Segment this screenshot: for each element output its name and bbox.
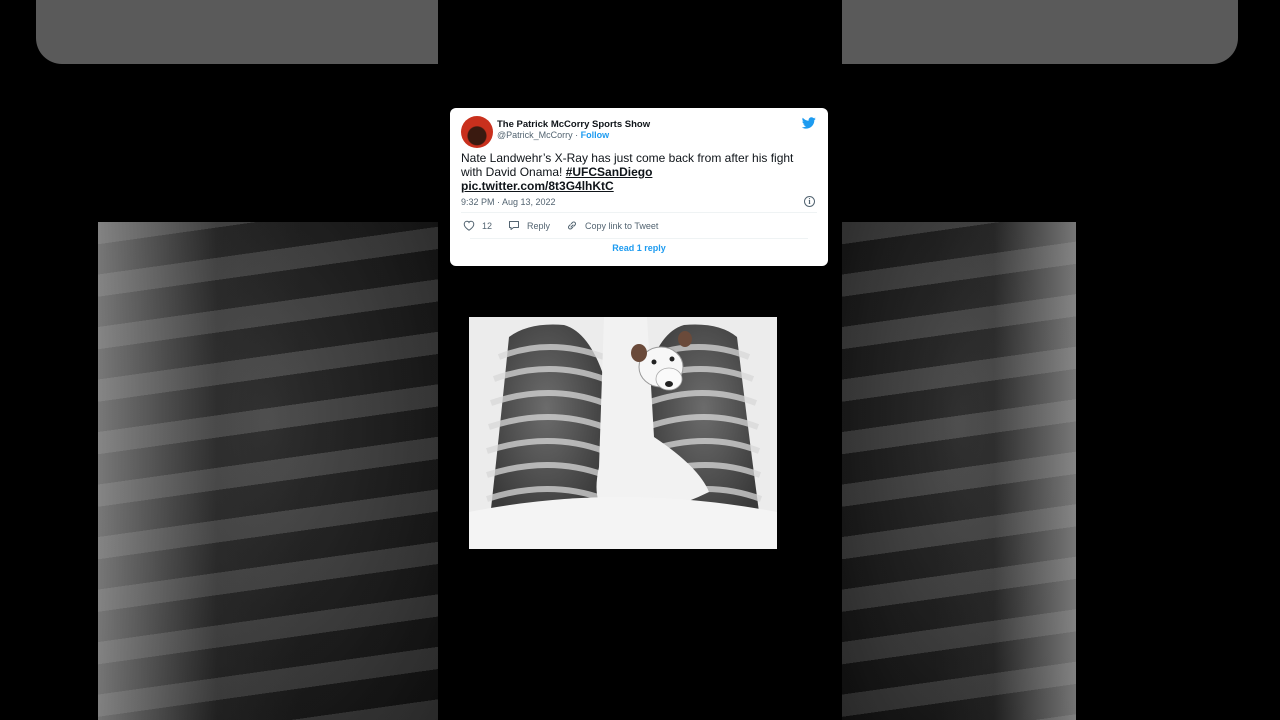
background-xray-blur-left bbox=[98, 222, 438, 720]
background-xray-blur-right bbox=[842, 222, 1076, 720]
tweet-actions: 12 Reply Copy link to Tweet bbox=[463, 220, 674, 231]
tweet-text: Nate Landwehr’s X-Ray has just come back… bbox=[461, 151, 817, 193]
author-name[interactable]: The Patrick McCorry Sports Show bbox=[497, 119, 650, 130]
reply-icon bbox=[509, 221, 520, 230]
copy-link-button[interactable]: Copy link to Tweet bbox=[566, 220, 658, 231]
pic-link[interactable]: pic.twitter.com/8t3G4lhKtC bbox=[461, 179, 614, 193]
like-button[interactable]: 12 bbox=[463, 220, 492, 231]
background-glow bbox=[98, 222, 438, 720]
info-icon[interactable]: i bbox=[804, 196, 815, 207]
follow-button[interactable]: Follow bbox=[581, 130, 610, 140]
separator: · bbox=[572, 130, 581, 140]
like-count: 12 bbox=[482, 220, 493, 231]
link-icon bbox=[568, 221, 576, 230]
divider bbox=[470, 238, 808, 239]
chest-xray-image bbox=[469, 317, 777, 549]
copy-link-label: Copy link to Tweet bbox=[585, 220, 659, 231]
heart-icon bbox=[463, 220, 475, 231]
xray-illustration bbox=[469, 317, 777, 549]
divider bbox=[461, 212, 817, 213]
avatar[interactable] bbox=[461, 116, 493, 148]
author-handle[interactable]: @Patrick_McCorry bbox=[497, 130, 573, 140]
background-glow bbox=[842, 222, 1076, 720]
embedded-tweet-card: The Patrick McCorry Sports Show @Patrick… bbox=[450, 108, 828, 266]
author-handle-line: @Patrick_McCorry · Follow bbox=[497, 130, 609, 140]
tweet-timestamp[interactable]: 9:32 PM · Aug 13, 2022 bbox=[461, 197, 556, 207]
read-replies-link[interactable]: Read 1 reply bbox=[450, 243, 828, 253]
reply-button[interactable]: Reply bbox=[508, 220, 550, 231]
twitter-bird-icon[interactable] bbox=[802, 117, 816, 129]
hashtag-link[interactable]: #UFCSanDiego bbox=[566, 165, 653, 179]
reply-label: Reply bbox=[527, 220, 551, 231]
